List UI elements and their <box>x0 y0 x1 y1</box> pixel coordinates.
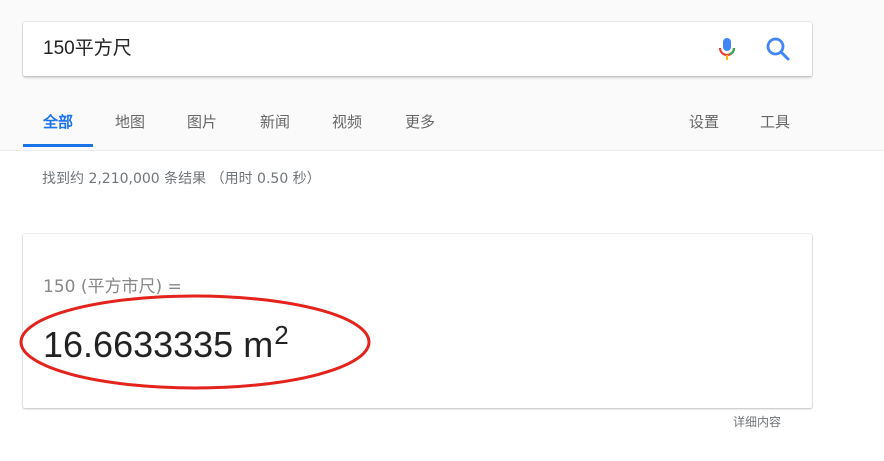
tools-link[interactable]: 工具 <box>740 98 810 147</box>
conversion-source: 150 (平方市尺) = <box>43 277 182 297</box>
search-box[interactable] <box>23 22 812 76</box>
conversion-result-value: 16.6633335 m <box>43 324 274 365</box>
tab-images[interactable]: 图片 <box>167 98 237 147</box>
search-input[interactable] <box>43 22 683 76</box>
result-stats: 找到约 2,210,000 条结果 （用时 0.50 秒） <box>42 171 321 187</box>
microphone-icon[interactable] <box>713 35 741 63</box>
conversion-result-exponent: 2 <box>274 320 289 350</box>
details-link[interactable]: 详细内容 <box>733 413 781 430</box>
tab-maps[interactable]: 地图 <box>95 98 165 147</box>
tab-videos[interactable]: 视频 <box>312 98 382 147</box>
tab-all[interactable]: 全部 <box>23 98 94 147</box>
settings-link[interactable]: 设置 <box>669 98 739 147</box>
conversion-result: 16.6633335 m2 <box>43 322 289 366</box>
unit-converter-card: 150 (平方市尺) = 16.6633335 m2 <box>23 234 812 408</box>
search-icon[interactable] <box>763 34 793 64</box>
tab-more[interactable]: 更多 <box>385 98 455 147</box>
header: 全部 地图 图片 新闻 视频 更多 设置 工具 <box>0 0 884 151</box>
tab-news[interactable]: 新闻 <box>240 98 310 147</box>
search-tabs: 全部 地图 图片 新闻 视频 更多 设置 工具 <box>0 98 884 150</box>
